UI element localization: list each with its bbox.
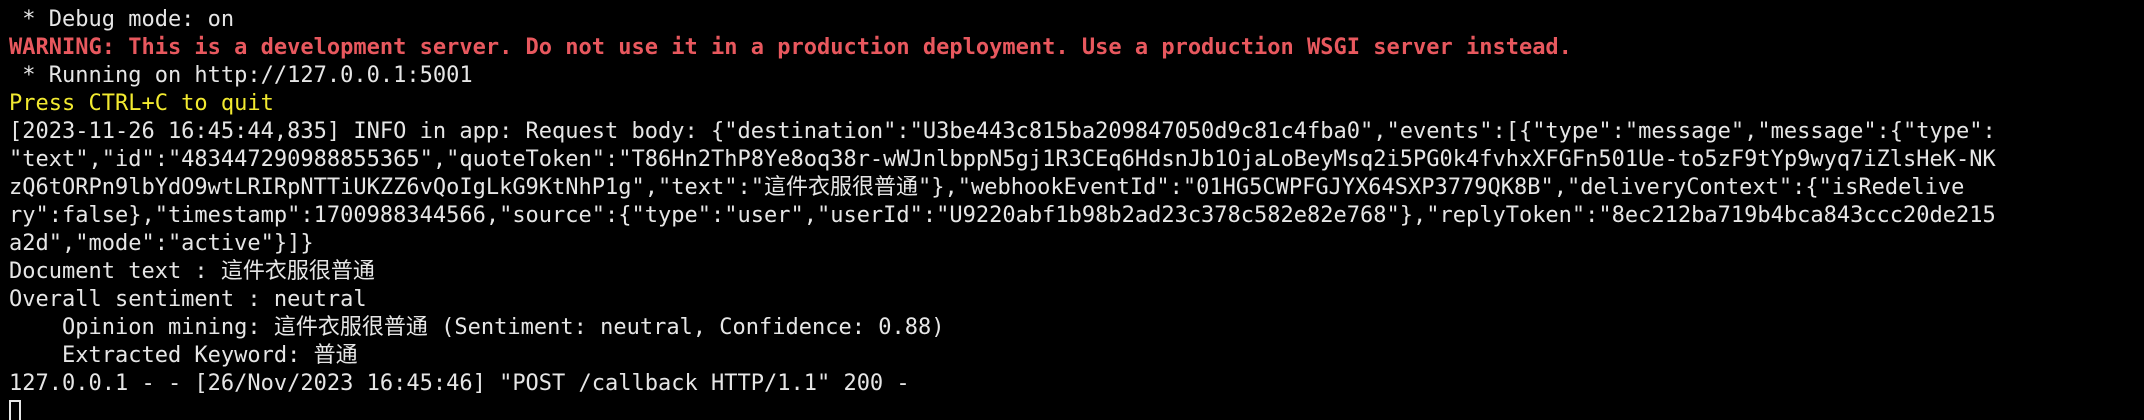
extracted-keyword-line: Extracted Keyword: 普通 bbox=[9, 343, 358, 368]
opinion-mining-line: Opinion mining: 這件衣服很普通 (Sentiment: neut… bbox=[9, 315, 945, 340]
log-line-request-body-1: [2023-11-26 16:45:44,835] INFO in app: R… bbox=[9, 119, 1996, 144]
log-line-request-body-4: ry":false},"timestamp":1700988344566,"so… bbox=[9, 203, 1996, 228]
cursor-block[interactable] bbox=[9, 400, 21, 420]
terminal-window[interactable]: * Debug mode: on WARNING: This is a deve… bbox=[0, 0, 2144, 420]
log-line-request-body-2: "text","id":"483447290988855365","quoteT… bbox=[9, 147, 1996, 172]
log-line-request-body-5: a2d","mode":"active"}]} bbox=[9, 231, 314, 256]
warning-line: WARNING: This is a development server. D… bbox=[9, 35, 1572, 60]
document-text-line: Document text : 這件衣服很普通 bbox=[9, 259, 375, 284]
running-on-line: * Running on http://127.0.0.1:5001 bbox=[9, 63, 473, 88]
quit-hint-line: Press CTRL+C to quit bbox=[9, 91, 274, 116]
prompt-line[interactable] bbox=[9, 398, 2144, 420]
debug-mode-line: * Debug mode: on bbox=[9, 7, 235, 32]
access-log-line: 127.0.0.1 - - [26/Nov/2023 16:45:46] "PO… bbox=[9, 371, 910, 396]
overall-sentiment-line: Overall sentiment : neutral bbox=[9, 287, 367, 312]
log-line-request-body-3: zQ6tORPn9lbYdO9wtLRIRpNTTiUKZZ6vQoIgLkG9… bbox=[9, 175, 1965, 200]
